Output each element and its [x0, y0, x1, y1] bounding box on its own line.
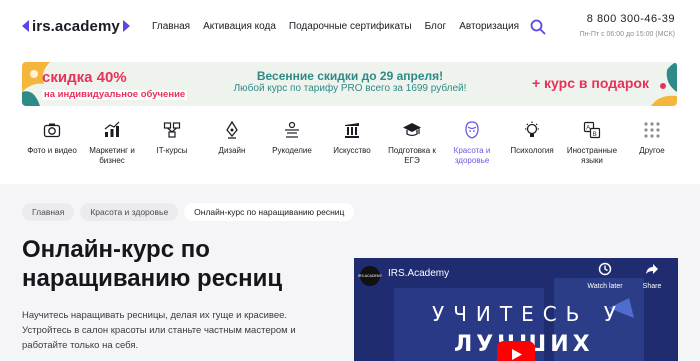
promo-headline-subtitle: Любой курс по тарифу PRO всего за 1699 р… [233, 83, 467, 95]
promo-headline-title: Весенние скидки до 29 апреля! [256, 69, 444, 83]
channel-avatar[interactable]: IRS.ACADEMY [358, 266, 382, 286]
category-label: Другое [639, 146, 665, 155]
category-label: Иностранные языки [566, 146, 618, 166]
category-photo-video[interactable]: Фото и видео [22, 120, 82, 172]
nav-link-gift-certificates[interactable]: Подарочные сертификаты [289, 21, 412, 32]
craft-icon [282, 120, 302, 140]
breadcrumb-home[interactable]: Главная [22, 203, 75, 221]
pen-tool-icon [222, 120, 242, 140]
site-header: irs.academy Главная Активация кода Подар… [0, 0, 700, 58]
category-languages[interactable]: AB Иностранные языки [562, 120, 622, 172]
logo[interactable]: irs.academy [22, 16, 130, 36]
category-label: Психология [510, 146, 554, 155]
breadcrumb-current: Онлайн-курс по наращиванию ресниц [184, 203, 355, 221]
category-beauty-health[interactable]: Красота и здоровье [442, 120, 502, 172]
video-channel-title[interactable]: IRS.Academy [388, 268, 449, 279]
category-label: Рукоделие [272, 146, 312, 155]
lightbulb-icon [522, 120, 542, 140]
video-overlay-text-line1: УЧИТЕСЬ У [432, 302, 625, 326]
category-design[interactable]: Дизайн [202, 120, 262, 172]
share-label: Share [642, 283, 662, 290]
svg-text:B: B [593, 132, 597, 138]
translate-icon: AB [582, 120, 602, 140]
nav-link-login[interactable]: Авторизация [459, 21, 519, 32]
category-art[interactable]: Искусство [322, 120, 382, 172]
promo-discount: скидка 40% на индивидуальное обучение [42, 69, 188, 101]
main-nav: Главная Активация кода Подарочные сертиф… [152, 21, 519, 32]
share-button[interactable]: Share [634, 262, 670, 290]
search-button[interactable] [530, 19, 546, 35]
promo-banner[interactable]: скидка 40% на индивидуальное обучение Ве… [22, 62, 677, 106]
grid-dots-icon [642, 120, 662, 140]
category-label: Подготовка к ЕГЭ [388, 146, 436, 166]
category-label: IT-курсы [156, 146, 188, 155]
watch-later-button[interactable]: Watch later [583, 262, 627, 290]
search-icon [530, 19, 546, 35]
network-icon [162, 120, 182, 140]
promo-headline: Весенние скидки до 29 апреля! Любой курс… [200, 69, 500, 95]
category-marketing[interactable]: Маркетинг и бизнес [82, 120, 142, 172]
category-handicraft[interactable]: Рукоделие [262, 120, 322, 172]
share-arrow-icon [646, 264, 658, 274]
category-it[interactable]: IT-курсы [142, 120, 202, 172]
nav-link-home[interactable]: Главная [152, 21, 190, 32]
video-player[interactable]: IRS.ACADEMY IRS.Academy Watch later Shar… [354, 258, 678, 361]
category-label: Красота и здоровье [453, 146, 491, 166]
category-label: Маркетинг и бизнес [89, 146, 135, 166]
working-hours: Пн-Пт с 06:00 до 15:00 (МСК) [579, 31, 675, 38]
breadcrumb-beauty-health[interactable]: Красота и здоровье [80, 203, 179, 221]
nav-link-blog[interactable]: Блог [425, 21, 447, 32]
course-description: Научитесь наращивать ресницы, делая их г… [22, 310, 296, 352]
svg-text:A: A [586, 126, 590, 132]
category-psychology[interactable]: Психология [502, 120, 562, 172]
camera-icon [42, 120, 62, 140]
face-icon [462, 120, 482, 140]
watch-later-label: Watch later [587, 283, 623, 290]
column-icon [342, 120, 362, 140]
category-label: Дизайн [218, 146, 246, 155]
logo-chevron-right-icon [122, 20, 130, 32]
graduation-cap-icon [402, 120, 422, 140]
promo-gift: + курс в подарок [531, 75, 649, 91]
breadcrumb: Главная Красота и здоровье Онлайн-курс п… [22, 203, 355, 221]
play-button-icon[interactable] [497, 341, 535, 361]
page-title: Онлайн-курс по наращиванию ресниц [22, 236, 283, 293]
category-other[interactable]: Другое [622, 120, 682, 172]
category-exam-prep[interactable]: Подготовка к ЕГЭ [382, 120, 442, 172]
category-bar: Фото и видео Маркетинг и бизнес IT-курсы… [22, 120, 682, 172]
category-label: Искусство [333, 146, 371, 155]
phone-number[interactable]: 8 800 300-46-39 [587, 13, 675, 25]
category-label: Фото и видео [27, 146, 77, 155]
logo-text: irs.academy [32, 17, 120, 35]
clock-icon [598, 262, 612, 276]
promo-discount-title: скидка 40% [42, 69, 127, 86]
leaf-decoration-icon [651, 62, 677, 106]
chart-icon [102, 120, 122, 140]
nav-link-code-activation[interactable]: Активация кода [203, 21, 276, 32]
promo-discount-subtitle: на индивидуальное обучение [42, 89, 188, 100]
logo-chevron-left-icon [22, 20, 29, 32]
